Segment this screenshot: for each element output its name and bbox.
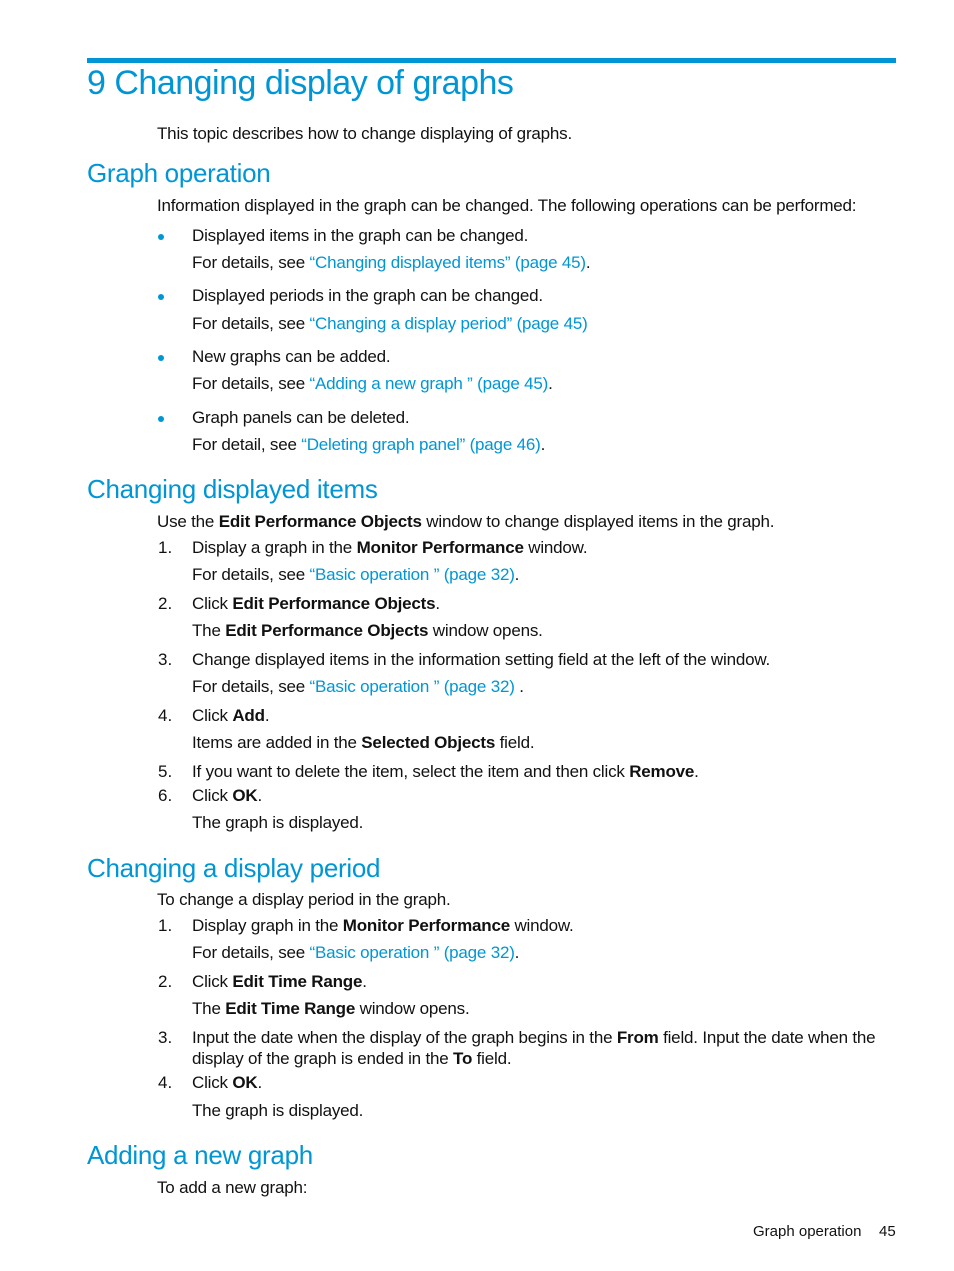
changing-period-intro: To change a display period in the graph. (157, 890, 451, 909)
chapter-intro: This topic describes how to change displ… (157, 124, 572, 143)
link-deleting-graph-panel[interactable]: “Deleting graph panel” (page 46) (301, 435, 541, 454)
step-number: 1. (158, 916, 173, 935)
chapter-rule (87, 58, 896, 63)
step-text: Click Edit Time Range. (192, 972, 367, 991)
link-basic-operation[interactable]: “Basic operation ” (page 32) (310, 677, 515, 696)
link-adding-new-graph[interactable]: “Adding a new graph ” (page 45) (310, 374, 549, 393)
bullet-text: Displayed periods in the graph can be ch… (192, 286, 543, 305)
link-basic-operation[interactable]: “Basic operation ” (page 32) (310, 565, 515, 584)
step-result: The graph is displayed. (192, 1101, 364, 1120)
bullet-icon (158, 234, 164, 240)
bullet-reference: For details, see “Adding a new graph ” (… (192, 374, 553, 394)
see-prefix: For details, see (192, 374, 310, 393)
step-text: Click OK. (192, 786, 262, 805)
bullet-text: New graphs can be added. (192, 347, 391, 366)
footer-page-number: 45 (879, 1223, 896, 1240)
bullet-reference: For details, see “Changing displayed ite… (192, 253, 591, 273)
step-result: The Edit Performance Objects window open… (192, 621, 543, 640)
see-prefix: For detail, see (192, 435, 302, 454)
step-number: 4. (158, 706, 173, 725)
see-prefix: For details, see (192, 253, 310, 272)
changing-items-intro: Use the Edit Performance Objects window … (157, 512, 775, 531)
step-reference: For details, see “Basic operation ” (pag… (192, 677, 524, 696)
suffix: . (540, 435, 546, 454)
bullet-icon (158, 355, 164, 361)
step-result: Items are added in the Selected Objects … (192, 733, 535, 752)
bullet-reference: For details, see “Changing a display per… (192, 314, 588, 334)
step-result: The graph is displayed. (192, 813, 364, 832)
step-number: 6. (158, 786, 173, 805)
step-text: Display a graph in the Monitor Performan… (192, 538, 588, 557)
step-text-continued: display of the graph is ended in the To … (192, 1049, 512, 1068)
step-text: Change displayed items in the informatio… (192, 650, 771, 669)
bullet-reference: For detail, see “Deleting graph panel” (… (192, 435, 545, 455)
step-reference: For details, see “Basic operation ” (pag… (192, 943, 520, 962)
step-text: Input the date when the display of the g… (192, 1028, 876, 1047)
bullet-icon (158, 416, 164, 422)
bullet-text: Displayed items in the graph can be chan… (192, 226, 529, 245)
step-number: 5. (158, 762, 173, 781)
link-basic-operation[interactable]: “Basic operation ” (page 32) (310, 943, 515, 962)
step-text: Click Add. (192, 706, 270, 725)
step-number: 2. (158, 972, 173, 991)
bullet-text: Graph panels can be deleted. (192, 408, 410, 427)
step-text: Display graph in the Monitor Performance… (192, 916, 574, 935)
step-number: 2. (158, 594, 173, 613)
step-reference: For details, see “Basic operation ” (pag… (192, 565, 520, 584)
heading-adding-new-graph: Adding a new graph (87, 1140, 313, 1170)
suffix: . (548, 374, 553, 393)
adding-graph-intro: To add a new graph: (157, 1178, 308, 1197)
link-changing-display-period[interactable]: “Changing a display period” (page 45) (310, 314, 588, 333)
see-prefix: For details, see (192, 314, 310, 333)
heading-changing-display-period: Changing a display period (87, 853, 381, 883)
bullet-icon (158, 294, 164, 300)
footer-section: Graph operation (753, 1223, 862, 1240)
heading-graph-operation: Graph operation (87, 158, 271, 188)
link-changing-displayed-items[interactable]: “Changing displayed items” (page 45) (310, 253, 586, 272)
step-number: 4. (158, 1073, 173, 1092)
step-number: 3. (158, 1028, 173, 1047)
step-number: 1. (158, 538, 173, 557)
suffix: . (585, 253, 591, 272)
chapter-title: 9 Changing display of graphs (87, 64, 514, 102)
step-text: If you want to delete the item, select t… (192, 762, 699, 781)
step-number: 3. (158, 650, 173, 669)
heading-changing-displayed-items: Changing displayed items (87, 474, 378, 504)
step-text: Click Edit Performance Objects. (192, 594, 440, 613)
graph-operation-intro: Information displayed in the graph can b… (157, 196, 857, 215)
step-result: The Edit Time Range window opens. (192, 999, 470, 1018)
step-text: Click OK. (192, 1073, 262, 1092)
